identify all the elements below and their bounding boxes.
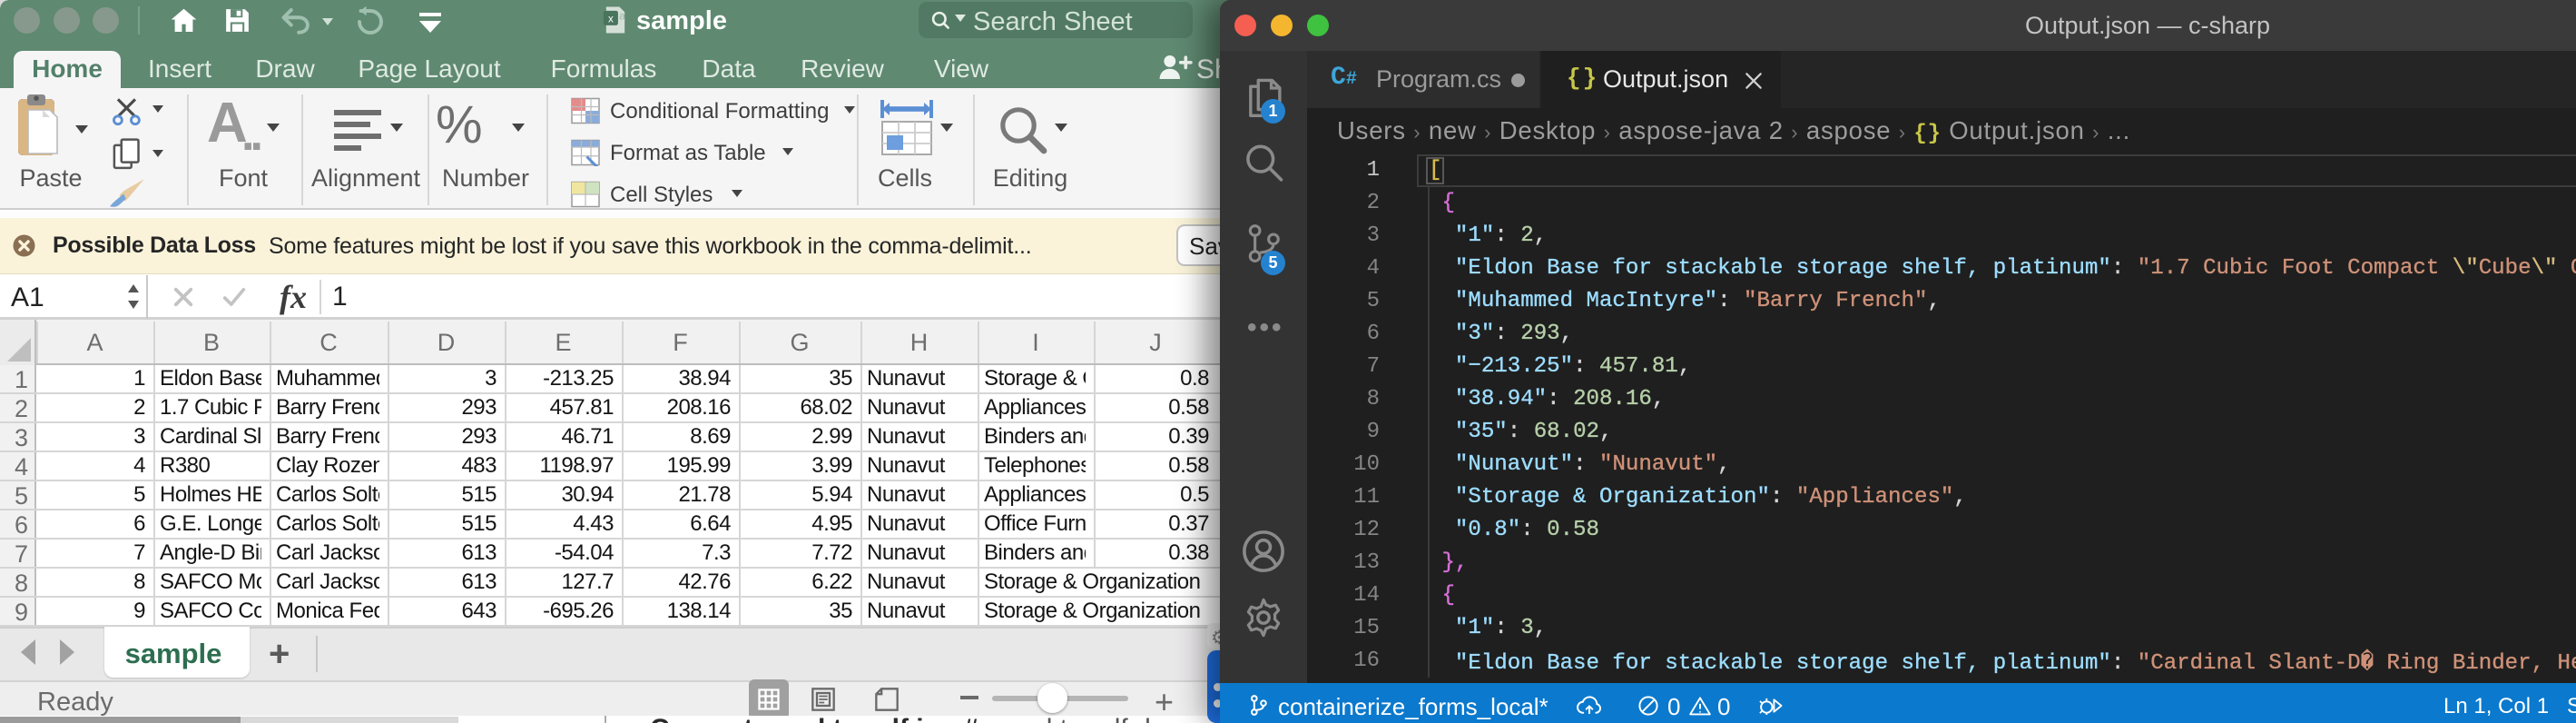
svg-text:x: x (608, 13, 614, 25)
svg-text:a: a (619, 9, 625, 22)
